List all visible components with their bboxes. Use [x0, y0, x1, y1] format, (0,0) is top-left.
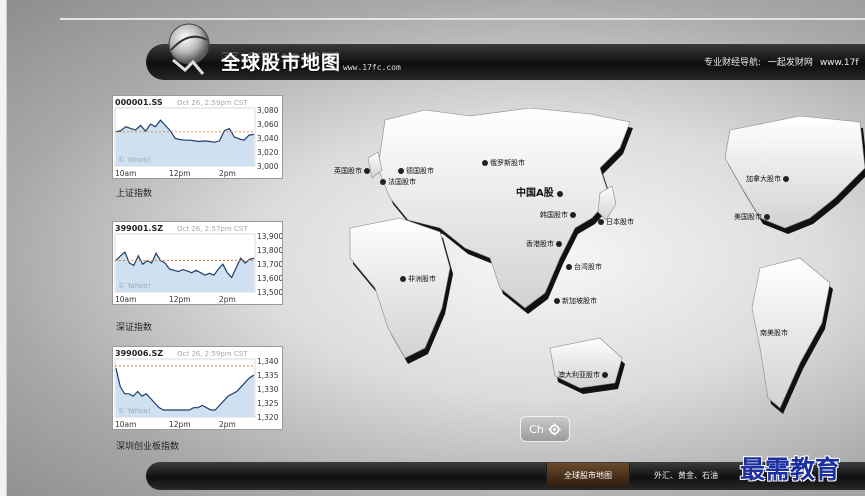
y-tick-label: 1,340 [257, 357, 279, 366]
map-marker-canada[interactable]: 加拿大股市 [746, 174, 791, 184]
map-marker-china-a[interactable]: 中国A股 [516, 184, 565, 199]
y-tick-label: 13,900 [257, 232, 282, 241]
top-nav: 专业财经导航: 一起发财网 www.17f [704, 55, 863, 68]
y-tick-label: 3,080 [257, 106, 279, 115]
language-button-label: Ch [529, 422, 544, 436]
site-url[interactable]: www.17fc.com [343, 63, 401, 72]
chart-widget-szse[interactable]: 399001.SZ Oct 26, 2:57pm CST 13,900 13,800 1… [112, 221, 283, 305]
y-tick-label: 3,040 [257, 134, 279, 143]
watermark-logo: 最需教育 [740, 455, 841, 484]
map-marker-australia[interactable]: 澳大利亚股市 [558, 370, 610, 380]
widget-code: 399001.SZ [115, 224, 163, 233]
marker-dot-icon [556, 241, 563, 247]
y-tick-label: 13,800 [257, 246, 282, 255]
language-button[interactable]: Ch [520, 416, 570, 442]
map-marker-africa[interactable]: 非洲股市 [400, 274, 436, 284]
logo-globe-icon [168, 23, 210, 75]
y-tick-label: 3,020 [257, 148, 279, 157]
footer-tab-world-map[interactable]: 全球股市地图 [546, 463, 630, 487]
marker-dot-icon [783, 176, 790, 182]
x-tick-label: 2pm [219, 295, 236, 304]
marker-dot-icon [557, 191, 564, 197]
world-map-shape [349, 107, 865, 414]
y-tick-label: 13,700 [257, 260, 282, 269]
widget-code: 399006.SZ [115, 349, 163, 358]
widget-code: 000001.SS [115, 98, 163, 107]
map-marker-russia[interactable]: 俄罗斯股市 [482, 158, 525, 168]
x-tick-label: 12pm [169, 169, 191, 178]
source-label: © Yahoo! [118, 156, 151, 164]
x-tick-label: 10am [115, 295, 136, 304]
x-tick-label: 12pm [169, 420, 191, 429]
map-marker-japan[interactable]: 日本股市 [598, 217, 634, 227]
map-marker-hongkong[interactable]: 香港股市 [526, 239, 564, 249]
map-marker-france[interactable]: 法国股市 [380, 177, 416, 187]
marker-dot-icon [602, 372, 609, 378]
chart-widget-sse[interactable]: 000001.SS Oct 26, 2:59pm CST 3,080 3,060 3,0… [112, 95, 283, 179]
chart-widget-chinext[interactable]: 399006.SZ Oct 26, 2:59pm CST 1,340 1,335 1,3… [112, 346, 283, 430]
y-tick-label: 13,600 [257, 274, 282, 283]
x-tick-label: 10am [115, 169, 136, 178]
x-tick-label: 2pm [219, 169, 236, 178]
y-tick-label: 3,060 [257, 120, 279, 129]
widget-timestamp: Oct 26, 2:59pm CST [177, 99, 248, 107]
map-marker-germany[interactable]: 德国股市 [398, 166, 434, 176]
x-tick-label: 12pm [169, 295, 191, 304]
marker-dot-icon [364, 168, 371, 174]
map-marker-singapore[interactable]: 新加坡股市 [554, 296, 597, 306]
marker-dot-icon [598, 219, 604, 225]
footer-tab-forex-gold-oil[interactable]: 外汇、黄金、石油 [654, 470, 718, 481]
gear-icon [548, 422, 561, 436]
y-tick-label: 3,000 [257, 162, 279, 171]
marker-dot-icon [380, 179, 386, 185]
marker-dot-icon [764, 214, 771, 220]
widget-timestamp: Oct 26, 2:59pm CST [177, 350, 248, 358]
y-tick-label: 13,500 [257, 288, 282, 297]
widget-caption-chinext[interactable]: 深圳创业板指数 [116, 439, 179, 452]
map-marker-south-america[interactable]: 南美股市 [760, 328, 788, 338]
widget-caption-szse[interactable]: 深证指数 [116, 320, 152, 333]
world-map: 英国股市 德国股市 法国股市 俄罗斯股市 中国A股 韩国股市 日本股市 香港股市… [330, 107, 865, 438]
site-title-reflection: 全球股市地图 [221, 50, 342, 64]
widget-timestamp: Oct 26, 2:57pm CST [177, 225, 248, 233]
marker-dot-icon [566, 264, 572, 270]
x-tick-label: 10am [115, 420, 136, 429]
y-tick-label: 1,320 [257, 413, 279, 422]
y-tick-label: 1,335 [257, 371, 279, 380]
map-marker-usa[interactable]: 美国股市 [734, 212, 772, 222]
source-label: © Yahoo! [118, 282, 151, 290]
nav-label: 专业财经导航: [704, 58, 762, 68]
mini-chart: 399006.SZ Oct 26, 2:59pm CST 1,340 1,335 1,3… [114, 349, 279, 429]
source-label: © Yahoo! [118, 407, 151, 415]
nav-link-17fc[interactable]: 一起发财网 [768, 58, 813, 68]
map-marker-taiwan[interactable]: 台湾股市 [566, 262, 602, 272]
map-marker-korea[interactable]: 韩国股市 [540, 210, 578, 220]
marker-dot-icon [400, 276, 406, 282]
y-tick-label: 1,325 [257, 399, 279, 408]
map-marker-uk[interactable]: 英国股市 [334, 166, 372, 176]
mini-chart: 399001.SZ Oct 26, 2:57pm CST 13,900 13,800 1… [114, 224, 282, 304]
marker-dot-icon [554, 298, 560, 304]
nav-link-url[interactable]: www.17f [820, 58, 859, 68]
mini-chart: 000001.SS Oct 26, 2:59pm CST 3,080 3,060 3,0… [114, 98, 279, 178]
marker-dot-icon [570, 212, 577, 218]
widget-caption-sse[interactable]: 上证指数 [116, 186, 152, 199]
x-tick-label: 2pm [219, 420, 236, 429]
marker-dot-icon [398, 168, 404, 174]
marker-dot-icon [482, 160, 488, 166]
y-tick-label: 1,330 [257, 385, 279, 394]
